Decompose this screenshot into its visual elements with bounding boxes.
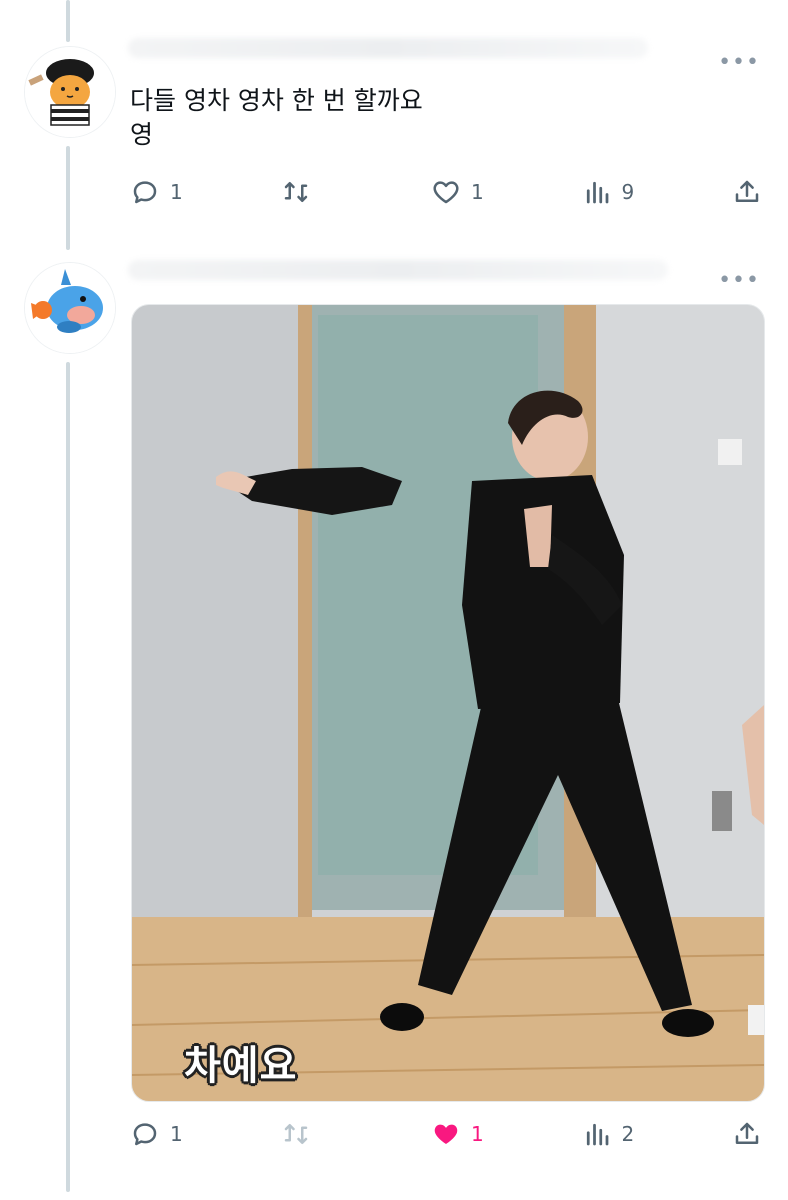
dance-practice-photo: [132, 305, 764, 1101]
reply-count: 1: [170, 180, 183, 204]
views-chart-icon: [586, 1123, 608, 1146]
tweet-actions: 1 1 9: [130, 174, 762, 210]
reply-icon: [133, 1123, 157, 1146]
like-count: 1: [471, 1122, 484, 1146]
username-blurred: [128, 38, 648, 58]
views-chart-icon: [586, 181, 608, 204]
like-button[interactable]: 1: [431, 177, 491, 207]
fish-avatar-icon: [25, 263, 115, 353]
reply-count: 1: [170, 1122, 183, 1146]
retweet-button[interactable]: [281, 177, 341, 207]
tweet-text: 다들 영차 영차 한 번 할까요 영: [130, 86, 423, 149]
reply-button[interactable]: 1: [130, 177, 190, 207]
tweet-1[interactable]: ••• 다들 영차 영차 한 번 할까요 영 1 1 9: [0, 0, 788, 240]
more-options-icon[interactable]: •••: [718, 52, 760, 74]
chick-avatar-icon: [25, 47, 115, 137]
more-options-icon[interactable]: •••: [718, 270, 760, 292]
retweet-button[interactable]: [281, 1119, 341, 1149]
user-avatar[interactable]: [24, 46, 116, 138]
tweet-actions: 1 1 2: [130, 1116, 762, 1152]
share-icon: [735, 180, 759, 202]
views-button[interactable]: 9: [582, 177, 642, 207]
tweet-media-image[interactable]: 차예요: [131, 304, 765, 1102]
like-button[interactable]: 1: [431, 1119, 491, 1149]
retweet-icon: [284, 1124, 307, 1144]
reply-button[interactable]: 1: [130, 1119, 190, 1149]
heart-filled-icon: [434, 1124, 458, 1144]
username-blurred: [128, 260, 668, 280]
user-avatar[interactable]: [24, 262, 116, 354]
reply-icon: [133, 181, 157, 204]
share-icon: [735, 1122, 759, 1144]
views-button[interactable]: 2: [582, 1119, 642, 1149]
heart-icon: [433, 181, 459, 204]
video-subtitle-caption: 차예요: [184, 1043, 298, 1089]
view-count: 2: [621, 1122, 635, 1146]
share-button[interactable]: [732, 177, 762, 207]
share-button[interactable]: [732, 1119, 762, 1149]
retweet-icon: [284, 182, 307, 202]
view-count: 9: [621, 180, 635, 204]
like-count: 1: [471, 180, 484, 204]
